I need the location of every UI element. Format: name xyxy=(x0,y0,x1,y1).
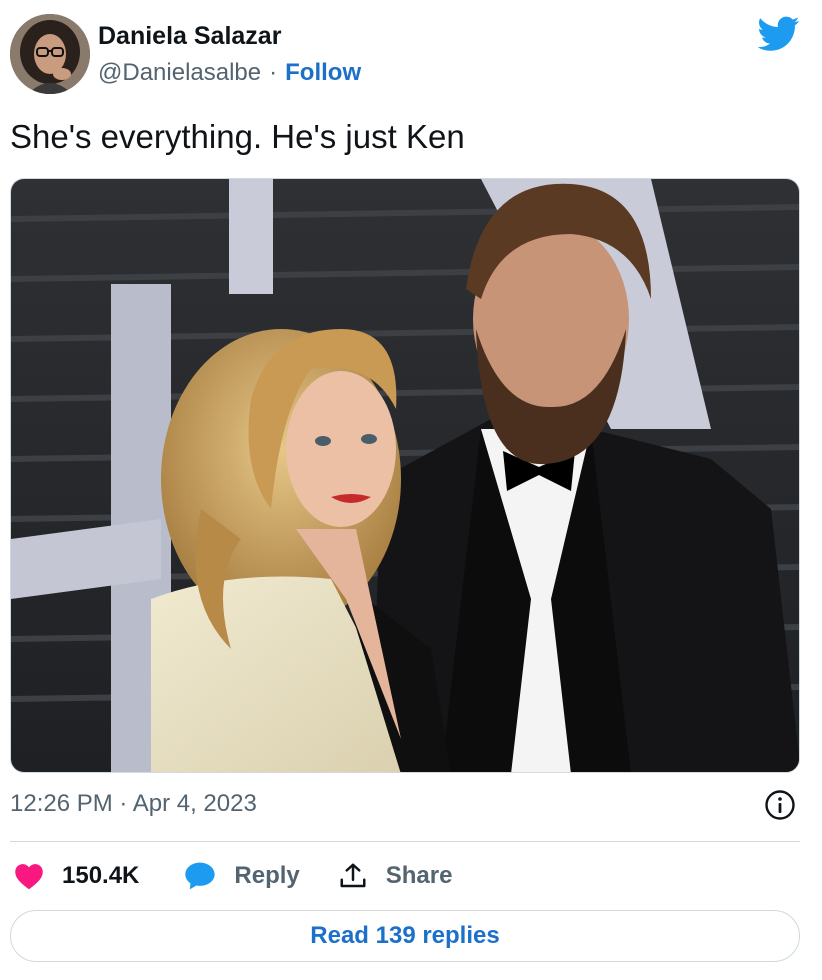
share-upload-icon xyxy=(340,863,366,888)
author-name[interactable]: Daniela Salazar xyxy=(98,22,281,51)
tweet-actions: 150.4K Reply Share xyxy=(14,858,452,894)
reply-label: Reply xyxy=(234,862,300,889)
tweet-timestamp[interactable]: 12:26 PM · Apr 4, 2023 xyxy=(10,790,257,818)
divider xyxy=(10,841,800,842)
tweet-media-photo[interactable] xyxy=(10,178,800,773)
author-avatar[interactable] xyxy=(10,14,90,94)
author-handle-row: @Danielasalbe · Follow xyxy=(98,59,361,87)
twitter-bird-icon[interactable] xyxy=(758,16,800,52)
reply-button[interactable]: Reply xyxy=(184,861,300,891)
tweet-text: She's everything. He's just Ken xyxy=(10,118,465,155)
author-handle[interactable]: @Danielasalbe xyxy=(98,59,261,87)
avatar-image xyxy=(10,14,90,94)
read-replies-button[interactable]: Read 139 replies xyxy=(10,910,800,962)
photo-image xyxy=(11,179,799,772)
speech-bubble-icon xyxy=(185,862,216,890)
like-button[interactable]: 150.4K xyxy=(14,862,139,890)
share-label: Share xyxy=(385,862,453,889)
like-count: 150.4K xyxy=(62,862,140,889)
heart-icon xyxy=(15,864,43,890)
share-button[interactable]: Share xyxy=(338,861,453,891)
follow-button[interactable]: Follow xyxy=(285,59,361,87)
handle-separator: · xyxy=(269,59,278,86)
info-icon[interactable] xyxy=(764,789,796,821)
